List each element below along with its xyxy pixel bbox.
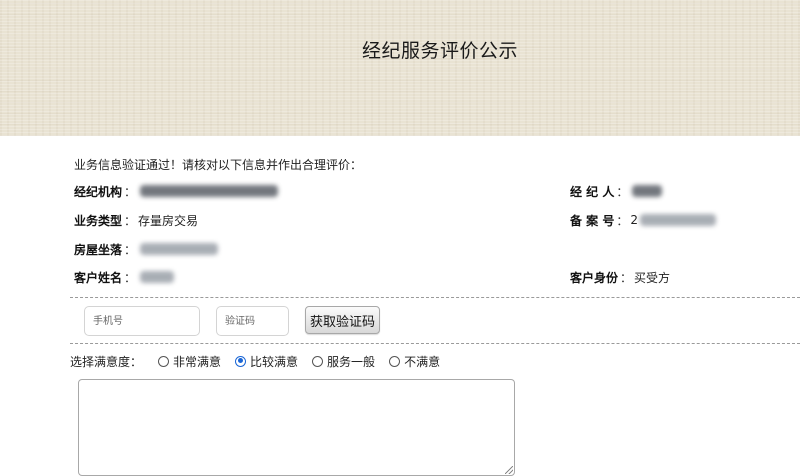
info-customer-role-label: 客户身份 (570, 270, 619, 285)
info-agency: 经纪机构 ： (74, 182, 279, 200)
rating-label: 选择满意度： (70, 354, 143, 369)
info-record-no: 备 案 号 ： 2 (570, 211, 717, 229)
rating-option-very-satisfied[interactable]: 非常满意 (158, 353, 221, 370)
info-customer-role-value: 买受方 (634, 270, 671, 285)
info-customer-role: 客户身份 ： 买受方 (570, 268, 670, 286)
info-business-type-value: 存量房交易 (138, 213, 199, 228)
redacted-customer-name-value (140, 271, 175, 283)
radio-fairly-satisfied[interactable] (235, 355, 247, 367)
info-record-no-prefix: 2 (630, 213, 639, 227)
info-agent-label: 经 纪 人 (570, 184, 615, 199)
rating-option-label: 不满意 (404, 354, 441, 369)
info-location: 房屋坐落 ： (74, 240, 219, 258)
info-business-type: 业务类型 ： 存量房交易 (74, 211, 198, 229)
redacted-agency-value (140, 185, 279, 197)
page-title: 经纪服务评价公示 (362, 40, 519, 62)
satisfaction-rating: 选择满意度： 非常满意 比较满意 服务一般 不满意 (70, 352, 454, 370)
info-location-label: 房屋坐落 (74, 242, 123, 257)
divider-bottom (70, 343, 800, 344)
info-agent-sep: ： (616, 184, 629, 199)
comment-textarea[interactable] (78, 379, 515, 476)
rating-option-label: 非常满意 (173, 354, 222, 369)
redacted-agent-value (632, 185, 663, 197)
redacted-record-no-value (640, 214, 717, 226)
verification-notice: 业务信息验证通过！请核对以下信息并作出合理评价： (74, 158, 363, 172)
radio-average[interactable] (312, 355, 324, 367)
get-code-button[interactable]: 获取验证码 (305, 306, 380, 334)
info-customer-name-label: 客户姓名 (74, 270, 123, 285)
info-customer-role-sep: ： (620, 270, 633, 285)
textarea-resize-handle[interactable] (505, 466, 513, 474)
rating-option-fairly-satisfied[interactable]: 比较满意 (235, 353, 298, 370)
divider-top (70, 297, 800, 298)
rating-option-average[interactable]: 服务一般 (312, 353, 375, 370)
info-agency-label: 经纪机构 (74, 184, 123, 199)
info-business-type-sep: ： (124, 213, 137, 228)
info-location-sep: ： (124, 242, 137, 257)
redacted-location-value (140, 243, 219, 255)
rating-option-label: 比较满意 (250, 354, 299, 369)
info-customer-name-sep: ： (124, 270, 137, 285)
radio-very-satisfied[interactable] (158, 355, 170, 367)
verification-code-input[interactable] (216, 306, 289, 336)
info-record-no-label: 备 案 号 (570, 213, 615, 228)
info-customer-name: 客户姓名 ： (74, 268, 175, 286)
info-agency-sep: ： (124, 184, 137, 199)
header-banner: 经纪服务评价公示 (0, 0, 800, 136)
info-business-type-label: 业务类型 (74, 213, 123, 228)
rating-option-label: 服务一般 (327, 354, 376, 369)
info-record-no-sep: ： (616, 213, 629, 228)
info-agent: 经 纪 人 ： (570, 182, 663, 200)
phone-input[interactable] (84, 306, 200, 336)
rating-option-dissatisfied[interactable]: 不满意 (389, 353, 440, 370)
radio-dissatisfied[interactable] (389, 355, 401, 367)
